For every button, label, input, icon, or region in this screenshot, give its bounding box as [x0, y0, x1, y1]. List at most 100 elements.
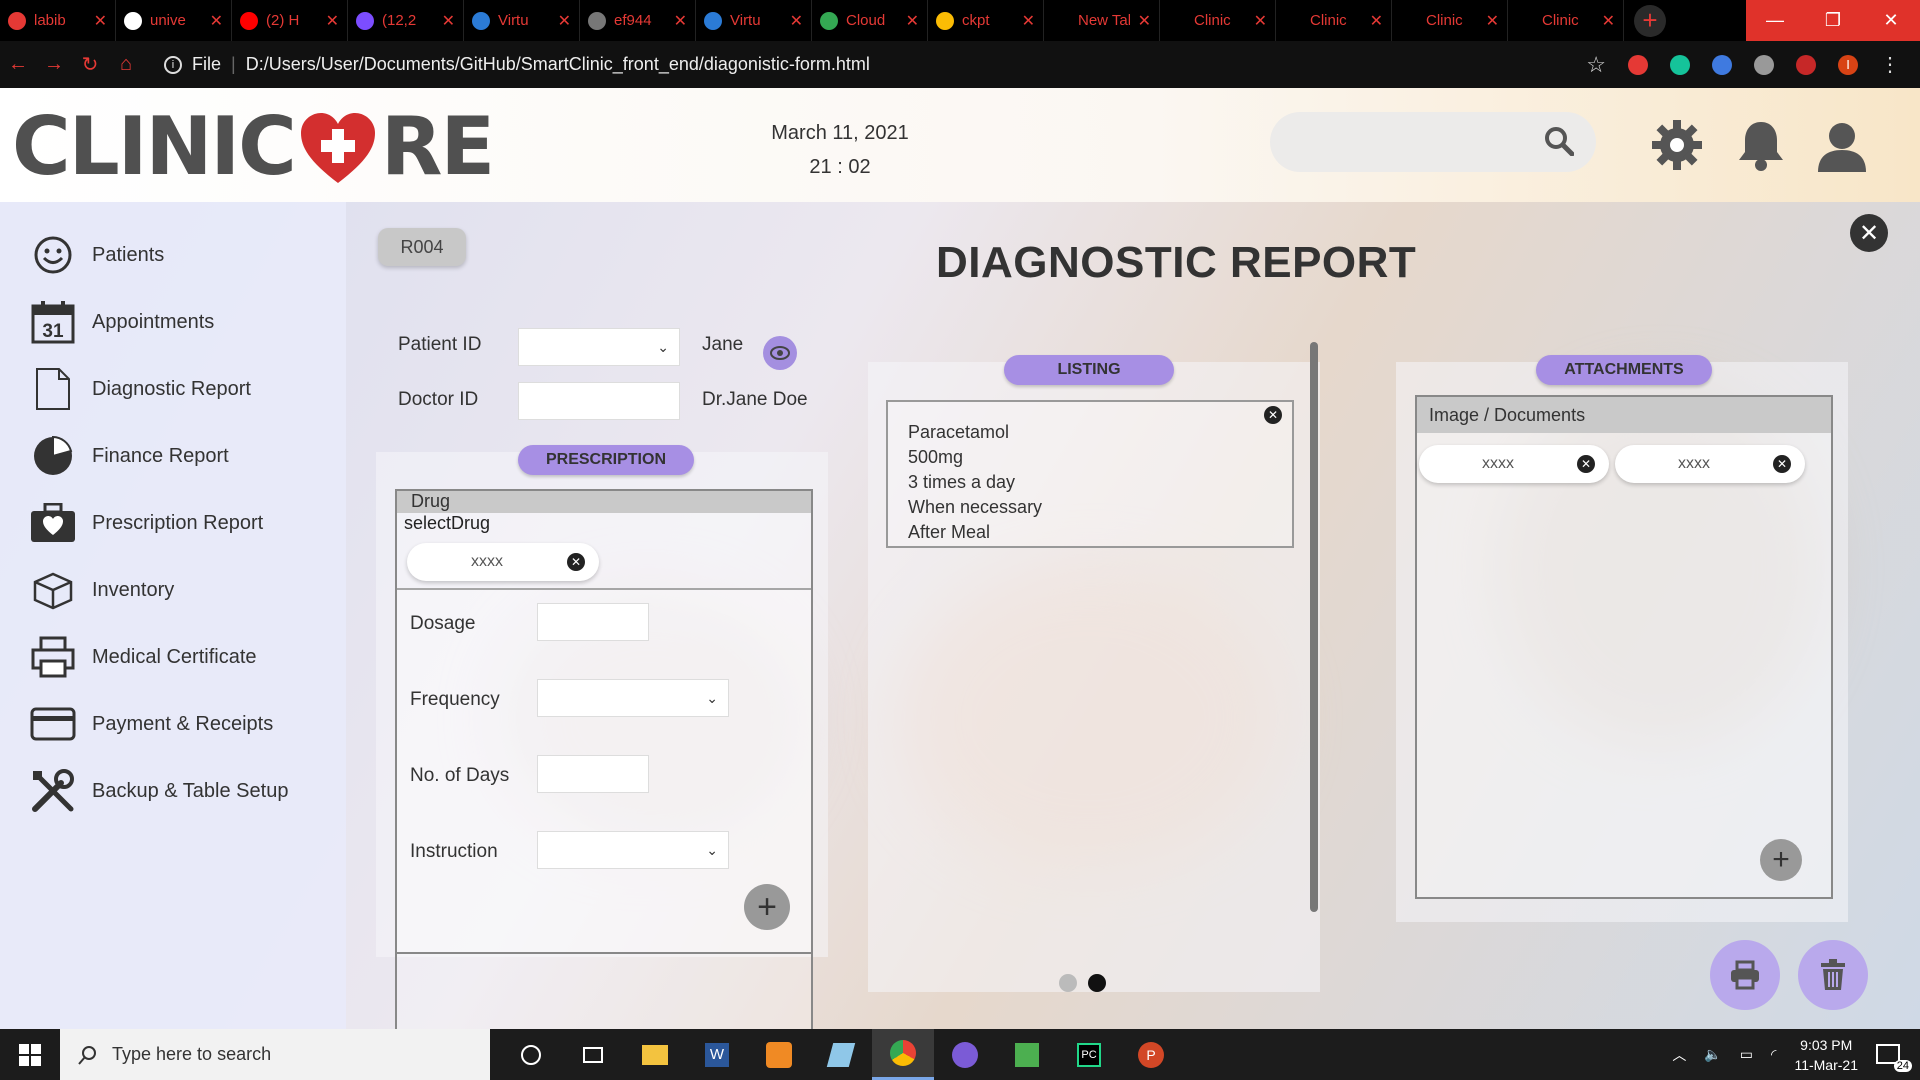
tab-close-icon[interactable]: ✕: [674, 11, 687, 31]
gear-icon[interactable]: [1650, 118, 1704, 177]
attachment-chip[interactable]: xxxx ✕: [1615, 445, 1805, 483]
page-dot-1[interactable]: [1059, 974, 1077, 992]
tab-close-icon[interactable]: ✕: [1602, 11, 1615, 31]
browser-tab[interactable]: Virtu ✕: [464, 0, 580, 41]
tab-close-icon[interactable]: ✕: [1022, 11, 1035, 31]
sidebar-item-patients[interactable]: Patients: [30, 230, 164, 280]
home-icon[interactable]: ⌂: [108, 53, 144, 76]
print-button[interactable]: [1710, 940, 1780, 1010]
close-window-button[interactable]: ✕: [1862, 0, 1920, 41]
windows-start-icon[interactable]: [0, 1029, 60, 1080]
info-icon[interactable]: i: [164, 55, 182, 74]
instruction-select[interactable]: ⌄: [537, 831, 729, 869]
drug-chip[interactable]: xxxx ✕: [407, 543, 599, 581]
notepad-icon[interactable]: [810, 1029, 872, 1080]
attachment-chip[interactable]: xxxx ✕: [1419, 445, 1609, 483]
remove-icon[interactable]: ✕: [1773, 455, 1791, 473]
eye-icon[interactable]: [763, 336, 797, 370]
profile-avatar[interactable]: I: [1838, 54, 1858, 75]
sidebar-item-prescription-report[interactable]: Prescription Report: [30, 498, 263, 548]
sidebar-item-medical-certificate[interactable]: Medical Certificate: [30, 632, 257, 682]
sidebar-item-appointments[interactable]: 31 Appointments: [30, 297, 214, 347]
close-icon[interactable]: ✕: [1850, 214, 1888, 252]
minimize-button[interactable]: —: [1746, 0, 1804, 41]
notification-icon[interactable]: 24: [1876, 1040, 1912, 1072]
browser-tab[interactable]: Clinic ✕: [1392, 0, 1508, 41]
github-icon[interactable]: [934, 1029, 996, 1080]
sidebar-item-inventory[interactable]: Inventory: [30, 565, 174, 615]
bookmark-star-icon[interactable]: ☆: [1586, 52, 1606, 78]
search-input[interactable]: [1270, 112, 1596, 172]
sidebar-item-diagnostic-report[interactable]: Diagnostic Report: [30, 364, 251, 414]
tab-close-icon[interactable]: ✕: [442, 11, 455, 31]
tab-close-icon[interactable]: ✕: [1486, 11, 1499, 31]
page-dot-2[interactable]: [1088, 974, 1106, 992]
menu-icon[interactable]: ⋮: [1880, 52, 1900, 77]
new-tab-button[interactable]: +: [1634, 4, 1666, 37]
days-field[interactable]: [537, 755, 649, 793]
browser-tab[interactable]: Clinic ✕: [1276, 0, 1392, 41]
browser-tab[interactable]: Cloud ✕: [812, 0, 928, 41]
browser-tab[interactable]: New Tab ✕: [1044, 0, 1160, 41]
tab-close-icon[interactable]: ✕: [326, 11, 339, 31]
battery-icon[interactable]: ▭: [1740, 1046, 1753, 1063]
bell-icon[interactable]: [1736, 118, 1786, 177]
user-avatar-icon[interactable]: [1814, 118, 1870, 179]
wifi-icon[interactable]: ◜: [1771, 1046, 1776, 1063]
extension-icon[interactable]: [1628, 54, 1648, 75]
volume-icon[interactable]: 🔈: [1704, 1046, 1721, 1063]
word-icon[interactable]: W: [686, 1029, 748, 1080]
tab-close-icon[interactable]: ✕: [1138, 11, 1151, 31]
sidebar-item-finance-report[interactable]: Finance Report: [30, 431, 229, 481]
tab-close-icon[interactable]: ✕: [558, 11, 571, 31]
sidebar-item-payment-receipts[interactable]: Payment & Receipts: [30, 699, 273, 749]
remove-icon[interactable]: ✕: [567, 553, 585, 571]
cortana-icon[interactable]: [500, 1029, 562, 1080]
browser-tab[interactable]: Virtu ✕: [696, 0, 812, 41]
browser-tab[interactable]: ef944 ✕: [580, 0, 696, 41]
forward-icon[interactable]: →: [36, 53, 72, 76]
spreadsheet-icon[interactable]: [996, 1029, 1058, 1080]
doctor-id-field[interactable]: [518, 382, 680, 420]
back-icon[interactable]: ←: [0, 53, 36, 76]
chrome-icon[interactable]: [872, 1029, 934, 1080]
add-drug-button[interactable]: +: [744, 884, 790, 930]
delete-button[interactable]: [1798, 940, 1868, 1010]
dosage-field[interactable]: [537, 603, 649, 641]
browser-tab[interactable]: labib ✕: [0, 0, 116, 41]
listing-item[interactable]: Paracetamol 500mg 3 times a day When necess…: [886, 400, 1294, 548]
pdf-icon[interactable]: [748, 1029, 810, 1080]
remove-icon[interactable]: ✕: [1264, 406, 1282, 424]
browser-tab[interactable]: unive ✕: [116, 0, 232, 41]
sidebar-item-backup-table-setup[interactable]: Backup & Table Setup: [30, 766, 288, 816]
puzzle-icon[interactable]: [1796, 54, 1816, 75]
file-explorer-icon[interactable]: [624, 1029, 686, 1080]
chevron-up-icon[interactable]: ︿: [1672, 1045, 1686, 1065]
report-id-badge[interactable]: R004: [378, 228, 466, 266]
patient-id-select[interactable]: ⌄: [518, 328, 680, 366]
pycharm-icon[interactable]: PC: [1058, 1029, 1120, 1080]
reload-icon[interactable]: ↻: [72, 52, 108, 77]
grammarly-icon[interactable]: [1670, 54, 1690, 75]
tab-close-icon[interactable]: ✕: [906, 11, 919, 31]
tab-close-icon[interactable]: ✕: [1370, 11, 1383, 31]
add-attachment-button[interactable]: +: [1760, 839, 1802, 881]
tab-close-icon[interactable]: ✕: [790, 11, 803, 31]
tab-close-icon[interactable]: ✕: [94, 11, 107, 31]
browser-tab[interactable]: (12,2 ✕: [348, 0, 464, 41]
browser-tab[interactable]: Clinic ✕: [1160, 0, 1276, 41]
browser-tab[interactable]: Clinic ✕: [1508, 0, 1624, 41]
search-icon[interactable]: [1544, 126, 1575, 161]
frequency-select[interactable]: ⌄: [537, 679, 729, 717]
tab-close-icon[interactable]: ✕: [210, 11, 223, 31]
taskbar-search[interactable]: Type here to search: [60, 1029, 490, 1080]
task-view-icon[interactable]: [562, 1029, 624, 1080]
extension-icon[interactable]: [1712, 54, 1732, 75]
powerpoint-icon[interactable]: P: [1120, 1029, 1182, 1080]
browser-tab[interactable]: (2) H ✕: [232, 0, 348, 41]
tab-close-icon[interactable]: ✕: [1254, 11, 1267, 31]
remove-icon[interactable]: ✕: [1577, 455, 1595, 473]
browser-tab[interactable]: ckpt ✕: [928, 0, 1044, 41]
scrollbar[interactable]: [1310, 342, 1318, 912]
maximize-button[interactable]: ❐: [1804, 0, 1862, 41]
